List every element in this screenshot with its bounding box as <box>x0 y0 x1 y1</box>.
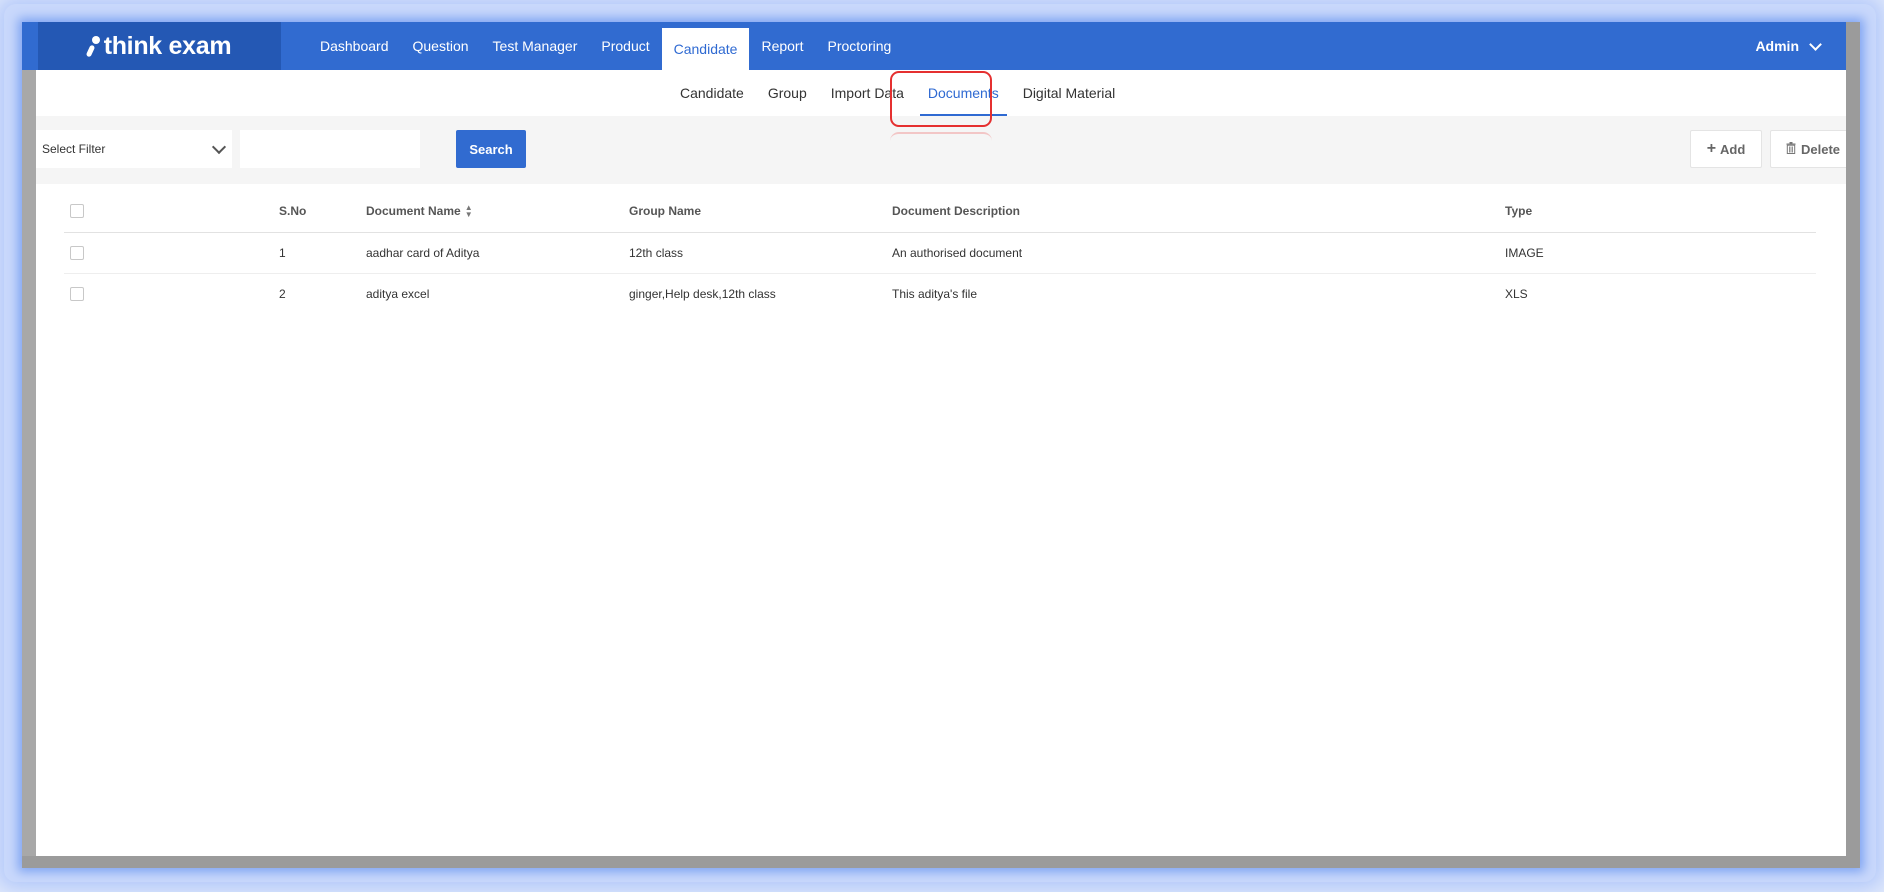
add-button[interactable]: + Add <box>1690 130 1762 168</box>
app-window: think exam Dashboard Question Test Manag… <box>22 22 1846 856</box>
cell-type: IMAGE <box>1505 246 1544 260</box>
cell-document-description: An authorised document <box>892 246 1023 260</box>
logo-mark-icon <box>88 36 100 56</box>
nav-candidate[interactable]: Candidate <box>661 28 750 70</box>
table-row: 1 aadhar card of Aditya 12th class An au… <box>64 233 1816 274</box>
cell-group-name: ginger,Help desk,12th class <box>629 287 776 301</box>
select-all-checkbox[interactable] <box>70 204 84 218</box>
row-checkbox-cell <box>70 233 84 273</box>
brand-logo[interactable]: think exam <box>38 22 281 70</box>
header-document-name-label: Document Name <box>366 204 461 218</box>
brand-name: think exam <box>103 31 232 60</box>
header-checkbox-cell <box>70 190 84 232</box>
tab-candidate[interactable]: Candidate <box>668 70 756 116</box>
nav-test-manager[interactable]: Test Manager <box>481 22 590 70</box>
cell-document-name: aadhar card of Aditya <box>366 246 480 260</box>
filter-select[interactable]: Select Filter <box>36 130 232 168</box>
chevron-down-icon <box>211 139 227 154</box>
row-checkbox-cell <box>70 274 84 314</box>
plus-icon: + <box>1706 140 1717 157</box>
documents-tab-highlight <box>890 71 992 127</box>
nav-dashboard[interactable]: Dashboard <box>308 22 401 70</box>
search-button[interactable]: Search <box>456 130 526 168</box>
cell-sno: 2 <box>279 287 286 301</box>
highlight-reflection <box>890 132 992 146</box>
user-label: Admin <box>1755 38 1799 54</box>
header-document-description: Document Description <box>892 204 1021 218</box>
header-type: Type <box>1505 204 1533 218</box>
row-checkbox[interactable] <box>70 287 84 301</box>
cell-group-name: 12th class <box>629 246 684 260</box>
row-checkbox[interactable] <box>70 246 84 260</box>
tab-group[interactable]: Group <box>756 70 819 116</box>
table-row: 2 aditya excel ginger,Help desk,12th cla… <box>64 274 1816 314</box>
filter-select-label: Select Filter <box>42 142 106 156</box>
left-edge <box>22 70 36 856</box>
user-menu[interactable]: Admin <box>1755 22 1822 70</box>
table-header-row: S.No Document Name ▲ ▼ Group Name Documen… <box>64 190 1816 233</box>
header-sno: S.No <box>279 204 307 218</box>
header-document-name[interactable]: Document Name ▲ ▼ <box>366 190 473 232</box>
cell-document-description: This aditya's file <box>892 287 977 301</box>
delete-button-label: Delete <box>1800 141 1841 157</box>
documents-table: S.No Document Name ▲ ▼ Group Name Documen… <box>64 190 1816 314</box>
tab-digital-material[interactable]: Digital Material <box>1011 70 1128 116</box>
search-input[interactable] <box>240 130 420 168</box>
add-button-label: Add <box>1720 141 1746 157</box>
nav-proctoring[interactable]: Proctoring <box>815 22 903 70</box>
cell-sno: 1 <box>279 246 286 260</box>
browser-frame: think exam Dashboard Question Test Manag… <box>22 22 1860 868</box>
nav-product[interactable]: Product <box>589 22 661 70</box>
nav-report[interactable]: Report <box>749 22 815 70</box>
nav-question[interactable]: Question <box>401 22 481 70</box>
main-nav: Dashboard Question Test Manager Product … <box>308 22 903 70</box>
chevron-down-icon <box>1809 37 1822 51</box>
cell-document-name: aditya excel <box>366 287 430 301</box>
top-navbar: think exam Dashboard Question Test Manag… <box>22 22 1846 70</box>
cell-type: XLS <box>1505 287 1528 301</box>
sort-icon[interactable]: ▲ ▼ <box>465 204 473 219</box>
trash-icon <box>1786 141 1796 157</box>
delete-button[interactable]: Delete <box>1770 130 1846 168</box>
header-group-name: Group Name <box>629 204 702 218</box>
